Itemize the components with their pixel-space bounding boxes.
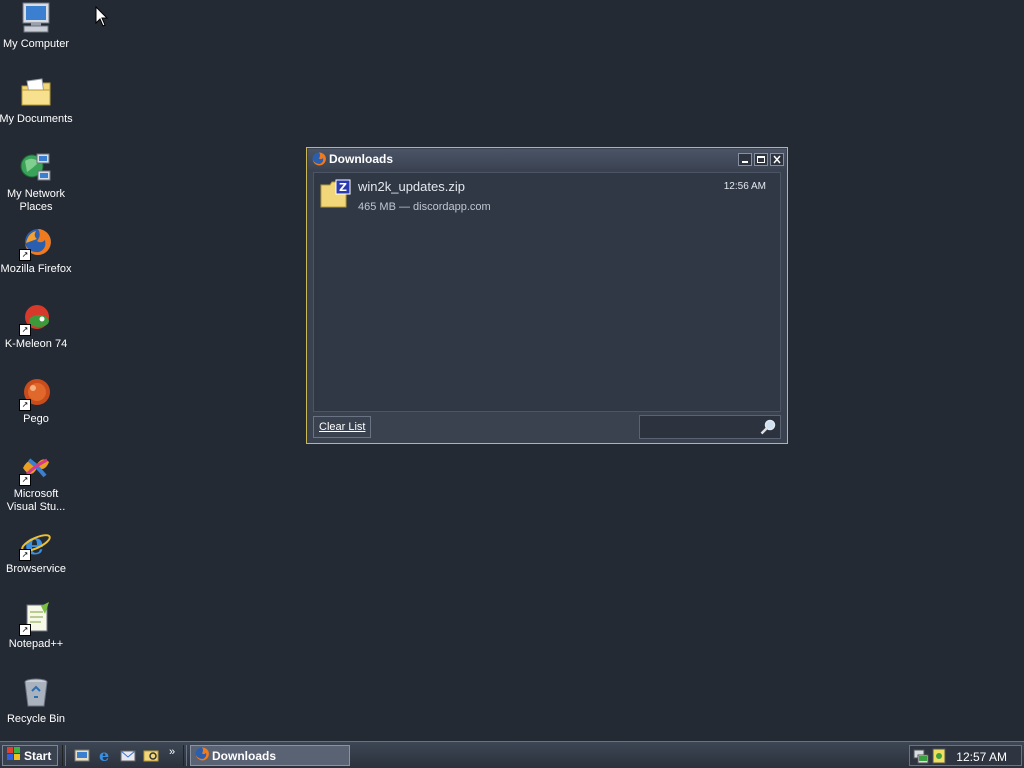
shortcut-arrow-icon: ↗ <box>19 624 31 636</box>
desktop-icon-recycle-bin[interactable]: Recycle Bin <box>0 677 74 726</box>
download-time: 12:56 AM <box>723 181 766 192</box>
desktop-icon-mozilla-firefox[interactable]: ↗ Mozilla Firefox <box>0 227 74 276</box>
window-titlebar[interactable]: Downloads <box>308 149 786 169</box>
desktop-icon-label: Recycle Bin <box>6 713 66 725</box>
desktop-icon-label: Browservice <box>6 563 66 575</box>
notes-tray-icon[interactable] <box>931 748 947 767</box>
quick-launch-more-icon[interactable]: » <box>169 746 175 758</box>
clear-list-button[interactable]: Clear List <box>313 416 372 438</box>
desktop-icon-label: Notepad++ <box>8 638 64 650</box>
taskbar-separator <box>62 745 66 766</box>
downloads-search-input[interactable] <box>642 418 764 438</box>
shortcut-arrow-icon: ↗ <box>19 249 31 261</box>
desktop-icon-microsoft-visual-studio[interactable]: ↗ Microsoft Visual Stu... <box>0 452 74 514</box>
desktop-icon-pego[interactable]: ↗ Pego <box>0 377 74 426</box>
desktop-icon-browservice[interactable]: e ↗ Browservice <box>0 527 74 576</box>
zip-folder-icon: Z <box>320 179 352 212</box>
desktop-icon-my-network-places[interactable]: My Network Places <box>0 152 74 214</box>
svg-text:e: e <box>99 747 109 763</box>
firefox-icon <box>312 152 326 166</box>
show-desktop-icon[interactable] <box>74 747 90 763</box>
shortcut-arrow-icon: ↗ <box>19 324 31 336</box>
notepad-plus-plus-icon: ↗ <box>19 602 53 636</box>
svg-text:Z: Z <box>339 181 347 194</box>
internet-explorer-icon: e ↗ <box>19 527 53 562</box>
desktop-icon-label: My Documents <box>0 113 73 125</box>
network-tray-icon[interactable] <box>913 748 929 767</box>
computer-icon <box>19 2 53 36</box>
taskbar-item-label: Downloads <box>212 748 277 763</box>
minimize-button[interactable] <box>738 152 752 166</box>
start-button[interactable]: Start <box>2 745 58 766</box>
system-tray: 12:57 AM <box>909 745 1022 766</box>
mouse-cursor-icon <box>95 5 109 31</box>
network-places-icon <box>19 152 53 186</box>
desktop-icon-label: My Network Places <box>6 188 66 213</box>
download-meta: 465 MB — discordapp.com <box>358 201 491 213</box>
desktop-icon-label: Microsoft Visual Stu... <box>6 488 66 513</box>
downloads-search-box[interactable] <box>639 415 781 439</box>
downloads-list[interactable]: Z win2k_updates.zip 465 MB — discordapp.… <box>313 172 781 412</box>
desktop-icon-label: Pego <box>23 413 49 425</box>
taskbar-separator <box>183 745 187 766</box>
firefox-icon <box>195 747 209 764</box>
pego-icon: ↗ <box>19 377 53 411</box>
explorer-icon[interactable] <box>143 747 159 763</box>
close-button[interactable] <box>770 152 784 166</box>
outlook-express-icon[interactable] <box>120 747 136 763</box>
desktop-icon-my-computer[interactable]: My Computer <box>0 2 74 51</box>
start-label: Start <box>24 748 52 763</box>
shortcut-arrow-icon: ↗ <box>19 549 31 561</box>
download-filename: win2k_updates.zip <box>358 179 465 194</box>
desktop-icon-label: Mozilla Firefox <box>0 263 72 275</box>
maximize-button[interactable] <box>754 152 768 166</box>
desktop-icon-my-documents[interactable]: My Documents <box>0 77 74 126</box>
search-icon[interactable] <box>760 419 776 438</box>
internet-explorer-icon[interactable]: e <box>97 746 113 765</box>
downloads-footer: Clear List <box>313 412 781 442</box>
desktop-icon-label: K-Meleon 74 <box>4 338 68 350</box>
taskbar: Start e » Downloads 12:57 AM <box>0 741 1024 768</box>
downloads-window[interactable]: Downloads Z win2k_updates.zip 465 MB — d… <box>306 147 788 444</box>
desktop-icon-notepad-plus-plus[interactable]: ↗ Notepad++ <box>0 602 74 651</box>
shortcut-arrow-icon: ↗ <box>19 399 31 411</box>
visual-studio-icon: ↗ <box>19 452 53 486</box>
k-meleon-icon: ↗ <box>19 302 53 336</box>
download-item[interactable]: Z win2k_updates.zip 465 MB — discordapp.… <box>314 173 780 213</box>
desktop-icon-k-meleon[interactable]: ↗ K-Meleon 74 <box>0 302 74 351</box>
window-title: Downloads <box>329 152 394 166</box>
firefox-icon: ↗ <box>19 227 53 261</box>
desktop-icon-label: My Computer <box>2 38 70 50</box>
recycle-bin-icon <box>19 677 53 711</box>
taskbar-clock[interactable]: 12:57 AM <box>956 750 1007 764</box>
windows-logo-icon <box>7 747 21 764</box>
taskbar-item-downloads[interactable]: Downloads <box>190 745 350 766</box>
shortcut-arrow-icon: ↗ <box>19 474 31 486</box>
documents-folder-icon <box>19 77 53 111</box>
